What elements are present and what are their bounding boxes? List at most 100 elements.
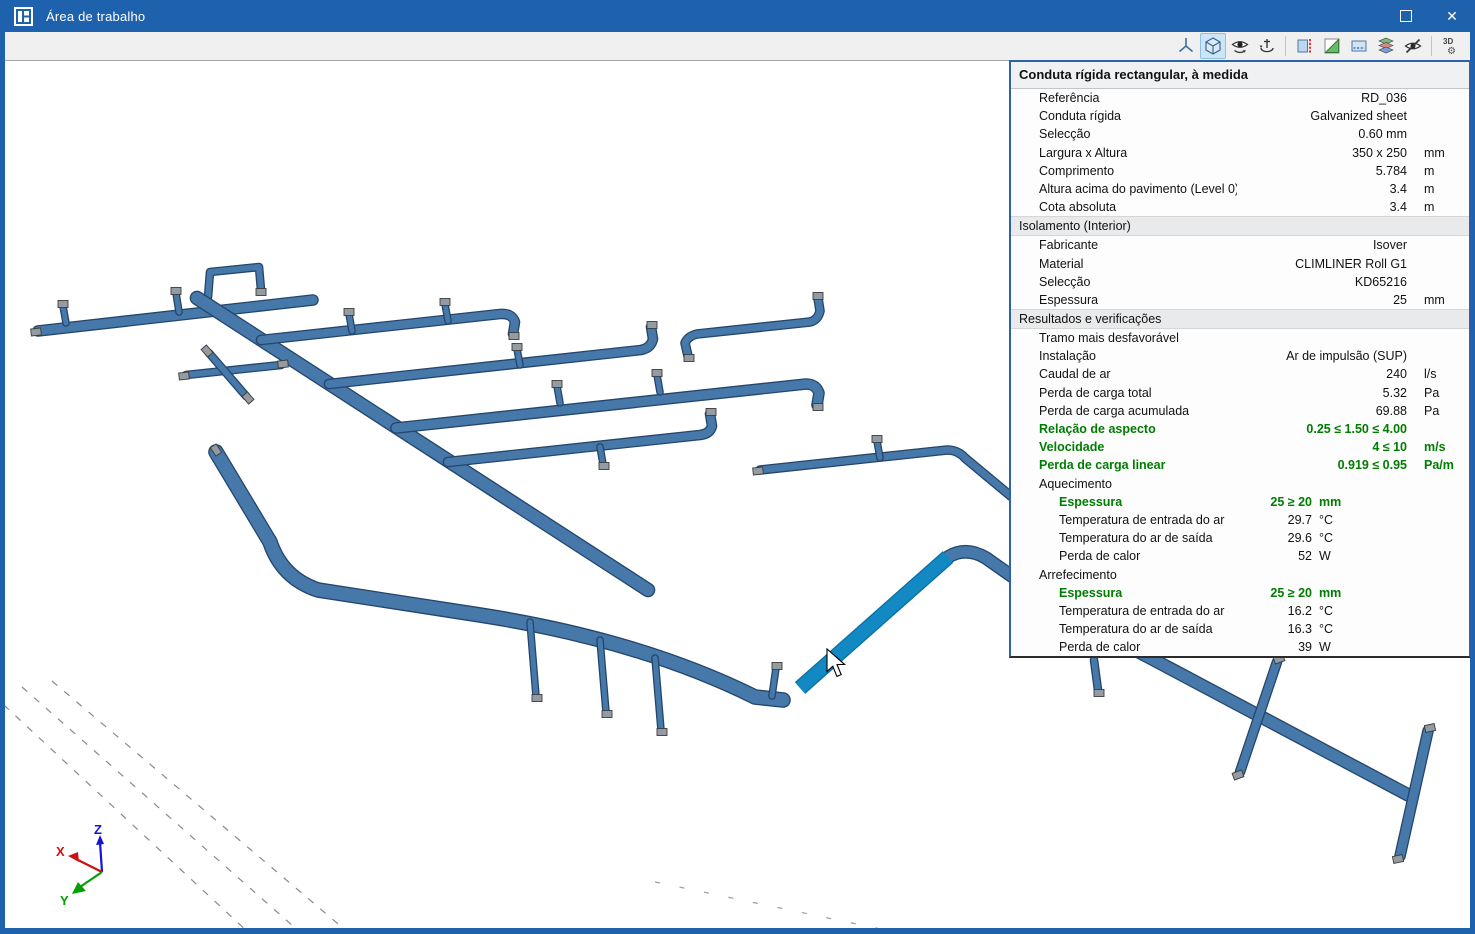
section-plane-icon: [1297, 39, 1311, 53]
layers-icon: [1378, 37, 1394, 54]
property-row: Caudal de ar 240 l/s: [1011, 365, 1469, 383]
property-unit: m: [1424, 163, 1435, 178]
property-value: KD65216: [1354, 274, 1407, 289]
property-unit: [1424, 255, 1469, 273]
section-plane-icon[interactable]: [1292, 33, 1318, 59]
property-value: [1237, 329, 1407, 347]
property-row: Temperatura do ar de saída 29.6 °C: [1011, 529, 1469, 547]
property-row: Perda de calor 52 W: [1011, 547, 1469, 565]
property-label: Relação de aspecto: [1039, 422, 1156, 436]
property-value: 240: [1386, 367, 1407, 382]
property-row: Temperatura de entrada do ar 29.7 °C: [1011, 511, 1469, 529]
property-unit: l/s: [1424, 367, 1437, 382]
property-row: Arrefecimento: [1011, 566, 1469, 584]
panel-body: Referência RD_036 Conduta rígida Galvanized…: [1011, 89, 1469, 656]
hide-elements-icon[interactable]: [1400, 33, 1426, 59]
property-row: Referência RD_036: [1011, 89, 1469, 107]
property-label: Altura acima do pavimento (Level 0): [1039, 181, 1237, 196]
property-row: Largura x Altura 350 x 250 mm: [1011, 144, 1469, 162]
property-unit: °C: [1319, 512, 1334, 527]
slope-plane-icon[interactable]: [1319, 33, 1345, 59]
axis-y-label: Y: [60, 893, 69, 908]
property-label: Espessura: [1059, 585, 1123, 600]
property-label: Velocidade: [1039, 440, 1105, 455]
property-row: Perda de calor 39 W: [1011, 638, 1469, 656]
property-value: 0.25 ≤ 1.50 ≤ 4.00: [1306, 422, 1407, 436]
property-label: Arrefecimento: [1039, 567, 1117, 582]
property-unit: mm: [1319, 585, 1342, 600]
property-unit: [1424, 125, 1469, 143]
property-label: Perda de carga linear: [1039, 458, 1166, 473]
property-value: CLIMLINER Roll G1: [1295, 256, 1407, 271]
property-label: Cota absoluta: [1039, 200, 1117, 215]
app-icon[interactable]: [14, 6, 33, 26]
axes-icon[interactable]: [1173, 33, 1199, 59]
property-unit: W: [1319, 640, 1331, 655]
hide-elements-icon: [1404, 38, 1422, 54]
property-row: Tramo mais desfavorável: [1011, 329, 1469, 347]
property-value: 52: [1298, 549, 1312, 564]
axis-triad: X Y Z: [56, 822, 104, 908]
application-window: { "window": { "title": "Área de trabalho…: [0, 0, 1475, 934]
property-value: 0.60 mm: [1358, 127, 1407, 142]
property-label: Perda de carga acumulada: [1039, 403, 1190, 418]
property-unit: Pa/m: [1424, 458, 1454, 473]
property-value: 25 ≥ 20: [1270, 585, 1312, 600]
axes-icon: [1178, 38, 1194, 53]
property-row: Selecção KD65216: [1011, 273, 1469, 291]
toolbar-separator: [1431, 36, 1432, 56]
titlebar: Área de trabalho ✕: [0, 0, 1475, 32]
property-unit: m: [1424, 181, 1435, 196]
orbit-view-icon[interactable]: [1227, 33, 1253, 59]
property-value: 29.6: [1287, 531, 1312, 546]
property-row: Temperatura do ar de saída 16.3 °C: [1011, 620, 1469, 638]
selected-duct-segment[interactable]: [794, 551, 954, 694]
property-label: Perda de carga total: [1039, 385, 1152, 400]
turntable-rotate-icon: [1259, 39, 1274, 53]
property-value: 16.2: [1287, 603, 1312, 618]
property-value: 16.3: [1287, 622, 1312, 637]
view-3d-settings-icon[interactable]: 3D ⚙: [1438, 33, 1464, 59]
property-label: Conduta rígida: [1039, 109, 1122, 124]
property-unit: Pa: [1424, 403, 1440, 418]
property-value: [1237, 566, 1407, 584]
close-button[interactable]: ✕: [1429, 0, 1475, 32]
property-label: Espessura: [1059, 494, 1123, 509]
property-value: Galvanized sheet: [1310, 109, 1407, 124]
property-value: 25 ≥ 20: [1270, 494, 1312, 509]
property-label: Aquecimento: [1039, 476, 1112, 491]
property-row: Selecção 0.60 mm: [1011, 125, 1469, 143]
construction-dashed-lines: [5, 680, 880, 928]
property-row: Perda de carga linear 0.919 ≤ 0.95 Pa/m: [1011, 456, 1469, 474]
maximize-button[interactable]: [1383, 0, 1429, 32]
property-label: Temperatura de entrada do ar: [1059, 512, 1225, 527]
property-unit: °C: [1319, 531, 1334, 546]
axis-z-label: Z: [94, 822, 102, 837]
properties-panel: Conduta rígida rectangular, à medida Ref…: [1009, 60, 1471, 659]
maximize-icon: [1400, 10, 1412, 22]
work-plane-icon[interactable]: [1346, 33, 1372, 59]
property-unit: Pa: [1424, 385, 1440, 400]
property-row: Fabricante Isover: [1011, 236, 1469, 254]
property-value: 3.4: [1389, 200, 1407, 215]
property-value: 29.7: [1287, 512, 1312, 527]
property-label: Caudal de ar: [1039, 367, 1111, 382]
property-row: Espessura 25 mm: [1011, 291, 1469, 309]
property-unit: [1424, 420, 1469, 438]
property-value: 39: [1298, 640, 1312, 655]
turntable-rotate-icon[interactable]: [1254, 33, 1280, 59]
view-cube-icon[interactable]: [1200, 33, 1226, 59]
toolbar-3d-label: 3D: [1443, 37, 1454, 46]
property-row: Instalação Ar de impulsão (SUP): [1011, 347, 1469, 365]
property-unit: mm: [1424, 292, 1445, 307]
layers-icon[interactable]: [1373, 33, 1399, 59]
property-row: Conduta rígida Galvanized sheet: [1011, 107, 1469, 125]
property-label: Referência: [1039, 91, 1100, 105]
property-row: Espessura 25 ≥ 20 mm: [1011, 493, 1469, 511]
panel-title: Conduta rígida rectangular, à medida: [1011, 62, 1469, 89]
property-unit: m: [1424, 200, 1435, 215]
property-row: Velocidade 4 ≤ 10 m/s: [1011, 438, 1469, 456]
property-value: 69.88: [1375, 403, 1407, 418]
property-row: Perda de carga total 5.32 Pa: [1011, 384, 1469, 402]
svg-text:⚙: ⚙: [1447, 46, 1456, 56]
